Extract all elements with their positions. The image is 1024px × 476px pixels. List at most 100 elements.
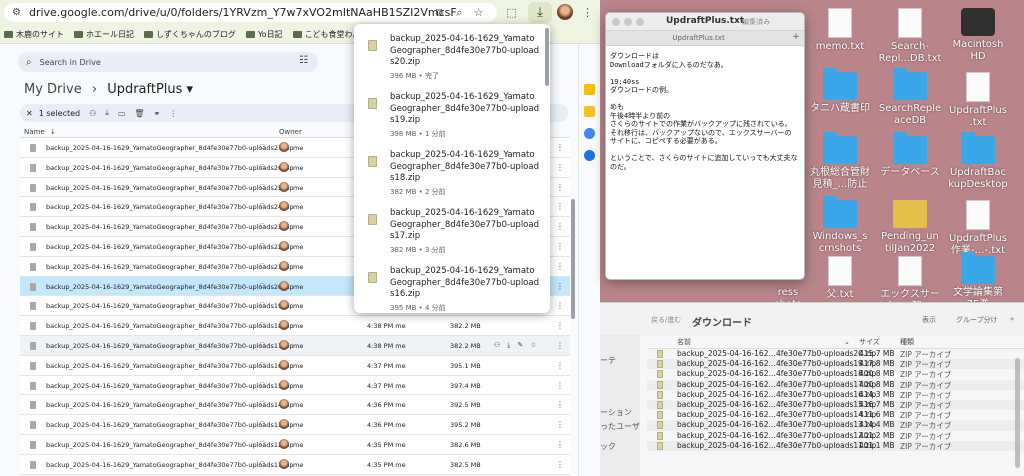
- file-row[interactable]: backup_2025-04-16-1629_YamatoGeographer_…: [20, 415, 570, 435]
- keep-icon[interactable]: [584, 106, 595, 117]
- download-item[interactable]: backup_2025-04-16-1629_YamatoGeographer_…: [354, 92, 544, 150]
- file-row[interactable]: backup_2025-04-16-1629_YamatoGeographer_…: [20, 375, 570, 396]
- row-more-icon[interactable]: ⋮: [556, 282, 564, 291]
- download-item[interactable]: backup_2025-04-16-1629_YamatoGeographer_…: [354, 266, 544, 313]
- row-more-icon[interactable]: ⋮: [556, 341, 564, 350]
- desktop-icon[interactable]: Search- Repl...DB.txt: [874, 8, 946, 65]
- trash-icon[interactable]: 🗑: [134, 109, 144, 118]
- desktop-icon[interactable]: memo.txt: [804, 8, 876, 53]
- col-owner-header[interactable]: Owner: [279, 128, 302, 136]
- finder-row[interactable]: backup_2025-04-16-162…4fe30e77b0-uploads…: [647, 440, 1024, 451]
- row-more-icon[interactable]: ⋮: [556, 321, 564, 330]
- download-icon[interactable]: ⤓: [105, 108, 109, 118]
- desktop-icon[interactable]: Pending_un tilJan2022: [874, 200, 946, 255]
- row-more-icon[interactable]: ⋮: [556, 420, 564, 429]
- sort-chevron-icon[interactable]: ⌄: [844, 338, 850, 346]
- finder-sidebar-item[interactable]: ーション: [600, 407, 632, 418]
- finder-scrollbar[interactable]: [1015, 358, 1020, 468]
- file-row[interactable]: backup_2025-04-16-1629_YamatoGeographer_…: [20, 335, 570, 356]
- site-info-icon[interactable]: ⚙: [12, 7, 21, 18]
- finder-row[interactable]: backup_2025-04-16-162…4fe30e77b0-uploads…: [647, 410, 1024, 420]
- row-more-icon[interactable]: ⋮: [556, 361, 564, 370]
- desktop-icon[interactable]: UpdraftPlus .txt: [942, 72, 1014, 129]
- bookmark-item[interactable]: 木鹿のサイト: [4, 29, 64, 40]
- zoom-icon[interactable]: ⌕: [452, 5, 467, 20]
- desktop-icon[interactable]: SearchReple aceDB: [874, 68, 946, 127]
- zoom-window-icon[interactable]: [636, 18, 644, 26]
- download-item[interactable]: backup_2025-04-16-1629_YamatoGeographer_…: [354, 150, 544, 208]
- col-name-header[interactable]: Name: [24, 128, 45, 136]
- bookmark-item[interactable]: Yo日記: [245, 29, 283, 40]
- finder-sidebar-item[interactable]: ック: [600, 441, 616, 452]
- finder-sidebar-item[interactable]: ったユーザ: [600, 421, 640, 432]
- contacts-icon[interactable]: [584, 150, 595, 161]
- desktop-icon[interactable]: タニハ蔵書印: [804, 68, 876, 115]
- bookmark-item[interactable]: しずくちゃんのブログ: [144, 29, 236, 40]
- finder-row[interactable]: backup_2025-04-16-162…4fe30e77b0-uploads…: [647, 379, 1024, 390]
- search-options-icon[interactable]: ☷: [299, 55, 308, 66]
- row-more-icon[interactable]: ⋮: [556, 183, 564, 192]
- close-window-icon[interactable]: [612, 18, 620, 26]
- row-more-icon[interactable]: ⋮: [556, 242, 564, 251]
- browser-menu-icon[interactable]: ⋮: [580, 5, 595, 20]
- downloads-button[interactable]: ⤓: [528, 2, 552, 23]
- drive-search[interactable]: ⌕ Search in Drive ☷: [18, 52, 318, 72]
- tasks-icon[interactable]: [584, 128, 595, 139]
- downloads-scrollbar[interactable]: [545, 28, 549, 86]
- finder-row[interactable]: backup_2025-04-16-162…4fe30e77b0-uploads…: [647, 349, 1024, 359]
- finder-sidebar-item[interactable]: ーテ: [600, 355, 616, 366]
- row-more-icon[interactable]: ⋮: [556, 163, 564, 172]
- row-more-icon[interactable]: ⋮: [556, 262, 564, 271]
- desktop-icon[interactable]: UpdraftPlus 作業-…-.txt: [942, 200, 1014, 257]
- row-more-icon[interactable]: ⋮: [556, 381, 564, 390]
- finder-row[interactable]: backup_2025-04-16-162…4fe30e77b0-uploads…: [647, 359, 1024, 370]
- profile-avatar[interactable]: [557, 4, 573, 20]
- minimize-window-icon[interactable]: [624, 18, 632, 26]
- bookmark-star-icon[interactable]: ☆: [471, 5, 486, 20]
- breadcrumb-current-folder[interactable]: UpdraftPlus ▾: [107, 82, 193, 97]
- file-row[interactable]: backup_2025-04-16-1629_YamatoGeographer_…: [20, 395, 570, 416]
- row-more-icon[interactable]: ⋮: [556, 460, 564, 469]
- group-button[interactable]: グループ分け: [956, 315, 998, 325]
- row-more-icon[interactable]: ⋮: [556, 301, 564, 310]
- desktop-icon[interactable]: Windows_s crnshots: [804, 196, 876, 255]
- row-actions[interactable]: ⚇⤓✎☆: [494, 341, 544, 350]
- calendar-icon[interactable]: [584, 84, 595, 95]
- desktop-icon[interactable]: 丸根総合管財 見積_…防止: [804, 132, 876, 191]
- desktop-icon[interactable]: 父.txt: [804, 256, 876, 301]
- clear-selection-icon[interactable]: ✕: [26, 109, 33, 118]
- bookmark-item[interactable]: ホエール日記: [74, 29, 134, 40]
- file-row[interactable]: backup_2025-04-16-1629_YamatoGeographer_…: [20, 434, 570, 455]
- desktop-icon[interactable]: Macintosh HD: [942, 8, 1014, 63]
- sort-arrow-icon[interactable]: ↓: [50, 128, 56, 136]
- row-more-icon[interactable]: ⋮: [556, 222, 564, 231]
- col-name-header[interactable]: 名前: [677, 337, 691, 347]
- breadcrumb-my-drive[interactable]: My Drive: [24, 82, 82, 97]
- desktop-icon[interactable]: データベース: [874, 132, 946, 179]
- install-app-icon[interactable]: ⧉: [432, 5, 447, 20]
- more-actions-icon[interactable]: ⋮: [169, 109, 177, 118]
- row-more-icon[interactable]: ⋮: [556, 202, 564, 211]
- new-tab-icon[interactable]: +: [791, 32, 801, 43]
- finder-row[interactable]: backup_2025-04-16-162…4fe30e77b0-uploads…: [647, 431, 1024, 441]
- textedit-tab[interactable]: UpdraftPlus.txt: [606, 34, 791, 42]
- link-icon[interactable]: ⚭: [154, 109, 161, 118]
- url-field[interactable]: ⚙ drive.google.com/drive/u/0/folders/1YR…: [4, 3, 497, 22]
- row-more-icon[interactable]: ⋮: [556, 440, 564, 449]
- drive-scrollbar[interactable]: [571, 199, 575, 319]
- finder-row[interactable]: backup_2025-04-16-162…4fe30e77b0-uploads…: [647, 420, 1024, 431]
- file-row[interactable]: backup_2025-04-16-1629_YamatoGeographer_…: [20, 316, 570, 336]
- row-more-icon[interactable]: ⋮: [556, 143, 564, 152]
- more-toolbar-icon[interactable]: »: [1010, 315, 1014, 323]
- desktop-icon[interactable]: UpdraftBac kupDesktop: [942, 132, 1014, 191]
- finder-row[interactable]: backup_2025-04-16-162…4fe30e77b0-uploads…: [647, 369, 1024, 379]
- finder-row[interactable]: backup_2025-04-16-162…4fe30e77b0-uploads…: [647, 399, 1024, 411]
- file-row[interactable]: backup_2025-04-16-1629_YamatoGeographer_…: [20, 454, 570, 475]
- finder-row[interactable]: backup_2025-04-16-162…4fe30e77b0-uploads…: [647, 390, 1024, 400]
- move-icon[interactable]: ▭: [118, 109, 126, 118]
- col-kind-header[interactable]: 種類: [900, 337, 914, 347]
- row-more-icon[interactable]: ⋮: [556, 400, 564, 409]
- view-button[interactable]: 表示: [922, 315, 936, 325]
- back-forward-button[interactable]: 戻る/進む: [651, 315, 681, 325]
- file-row[interactable]: backup_2025-04-16-1629_YamatoGeographer_…: [20, 355, 570, 376]
